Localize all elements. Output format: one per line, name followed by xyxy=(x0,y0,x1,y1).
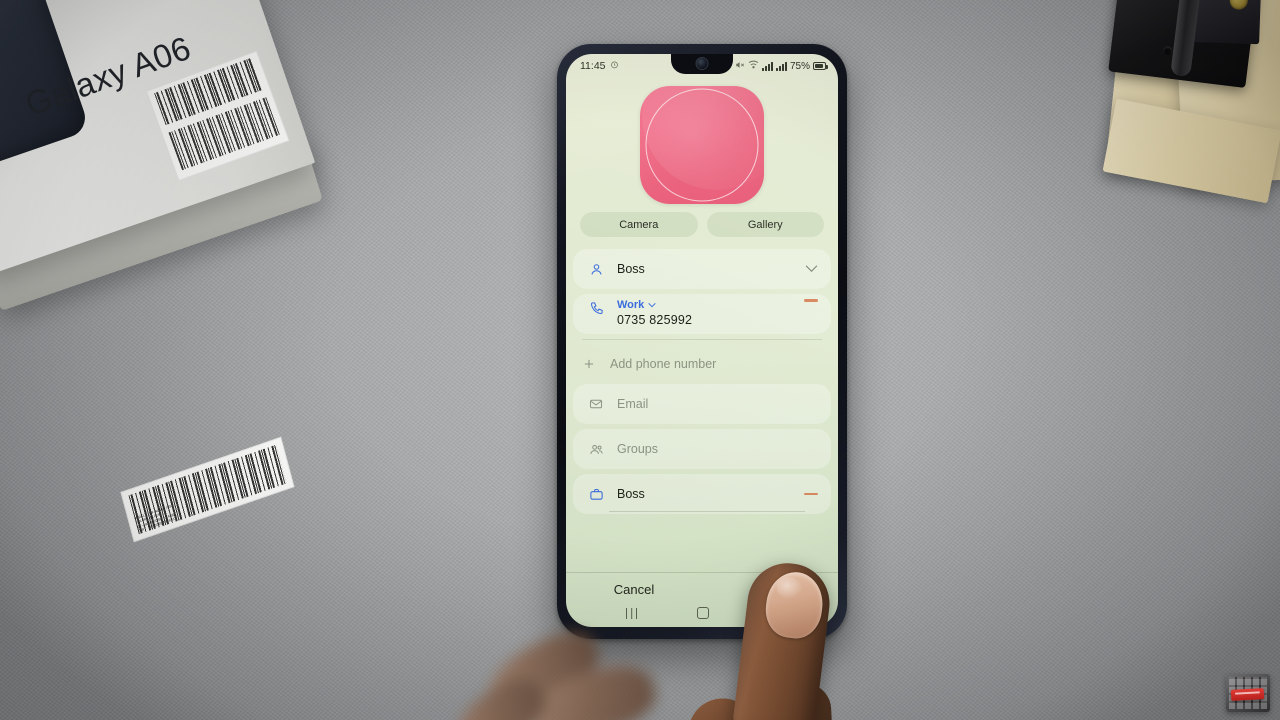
phone-screen: 11:45 75% Camera Gallery Boss Work 0735 … xyxy=(566,54,838,627)
field-email-body: Email xyxy=(611,397,818,411)
footer-actions: Cancel Save xyxy=(566,572,838,597)
gallery-button[interactable]: Gallery xyxy=(706,212,824,237)
phone-icon xyxy=(589,299,611,316)
chevron-down-icon xyxy=(648,301,656,310)
contact-photo[interactable] xyxy=(640,86,764,204)
home-icon[interactable] xyxy=(697,607,710,619)
email-placeholder: Email xyxy=(617,397,649,411)
hinge-plate xyxy=(1189,0,1262,45)
field-organization-body: Boss xyxy=(611,487,804,501)
field-groups[interactable]: Groups xyxy=(573,429,831,469)
chevron-down-icon[interactable] xyxy=(805,262,818,276)
keyboard-red-key-watermark xyxy=(1226,674,1270,712)
phone-number-value: 0735 825992 xyxy=(617,313,693,327)
signal-bars-icon-secondary xyxy=(775,61,787,71)
organization-value: Boss xyxy=(617,487,645,501)
circle-crop-overlay xyxy=(645,88,759,202)
camera-button[interactable]: Camera xyxy=(580,212,698,237)
field-divider xyxy=(582,339,822,340)
briefcase-icon xyxy=(589,487,611,502)
wifi-icon xyxy=(748,60,759,72)
groups-icon xyxy=(589,442,611,457)
status-bar-left: 11:45 xyxy=(580,60,619,72)
remove-organization-button[interactable] xyxy=(804,492,818,496)
field-name-body: Boss xyxy=(611,262,805,276)
field-email[interactable]: Email xyxy=(573,384,831,424)
contact-name-value: Boss xyxy=(617,262,645,276)
screen-notch xyxy=(671,54,733,74)
status-time: 11:45 xyxy=(580,60,606,72)
front-camera-icon xyxy=(696,58,708,69)
field-name[interactable]: Boss xyxy=(573,249,831,289)
recents-icon[interactable] xyxy=(626,607,638,619)
signal-bars-icon xyxy=(761,61,773,71)
samsung-phone: 11:45 75% Camera Gallery Boss Work 0735 … xyxy=(557,44,847,639)
mute-icon xyxy=(735,60,745,73)
field-phone-body: Work 0735 825992 xyxy=(611,299,804,327)
remove-phone-button[interactable] xyxy=(804,299,818,302)
field-underline xyxy=(609,511,805,512)
field-add-phone[interactable]: Add phone number xyxy=(566,344,838,384)
red-key-icon xyxy=(1230,688,1265,701)
cancel-button[interactable]: Cancel xyxy=(566,582,702,597)
wood-and-hinge-objects xyxy=(1102,0,1280,234)
battery-icon xyxy=(813,62,828,70)
field-phone[interactable]: Work 0735 825992 xyxy=(573,294,831,334)
field-add-phone-body: Add phone number xyxy=(604,357,825,371)
battery-percent-label: 75% xyxy=(789,60,810,72)
plus-icon xyxy=(582,357,604,371)
android-nav-bar xyxy=(566,599,838,627)
phone-type-label: Work xyxy=(617,299,645,311)
status-bar-right: 75% xyxy=(735,60,828,73)
back-icon[interactable] xyxy=(769,607,778,619)
photo-source-buttons: Camera Gallery xyxy=(566,210,838,249)
contact-photo-area xyxy=(566,78,838,210)
person-icon xyxy=(589,262,611,277)
envelope-icon xyxy=(589,397,611,411)
alarm-icon xyxy=(610,60,619,72)
add-phone-placeholder: Add phone number xyxy=(610,357,717,371)
contact-fields: Boss Work 0735 825992 Add phone number E… xyxy=(566,249,838,514)
field-groups-body: Groups xyxy=(611,442,818,456)
phone-type-selector[interactable]: Work xyxy=(617,299,804,311)
hinge-screw-hole xyxy=(1162,45,1173,56)
field-organization[interactable]: Boss xyxy=(573,474,831,514)
groups-placeholder: Groups xyxy=(617,442,658,456)
save-button[interactable]: Save xyxy=(702,582,838,597)
